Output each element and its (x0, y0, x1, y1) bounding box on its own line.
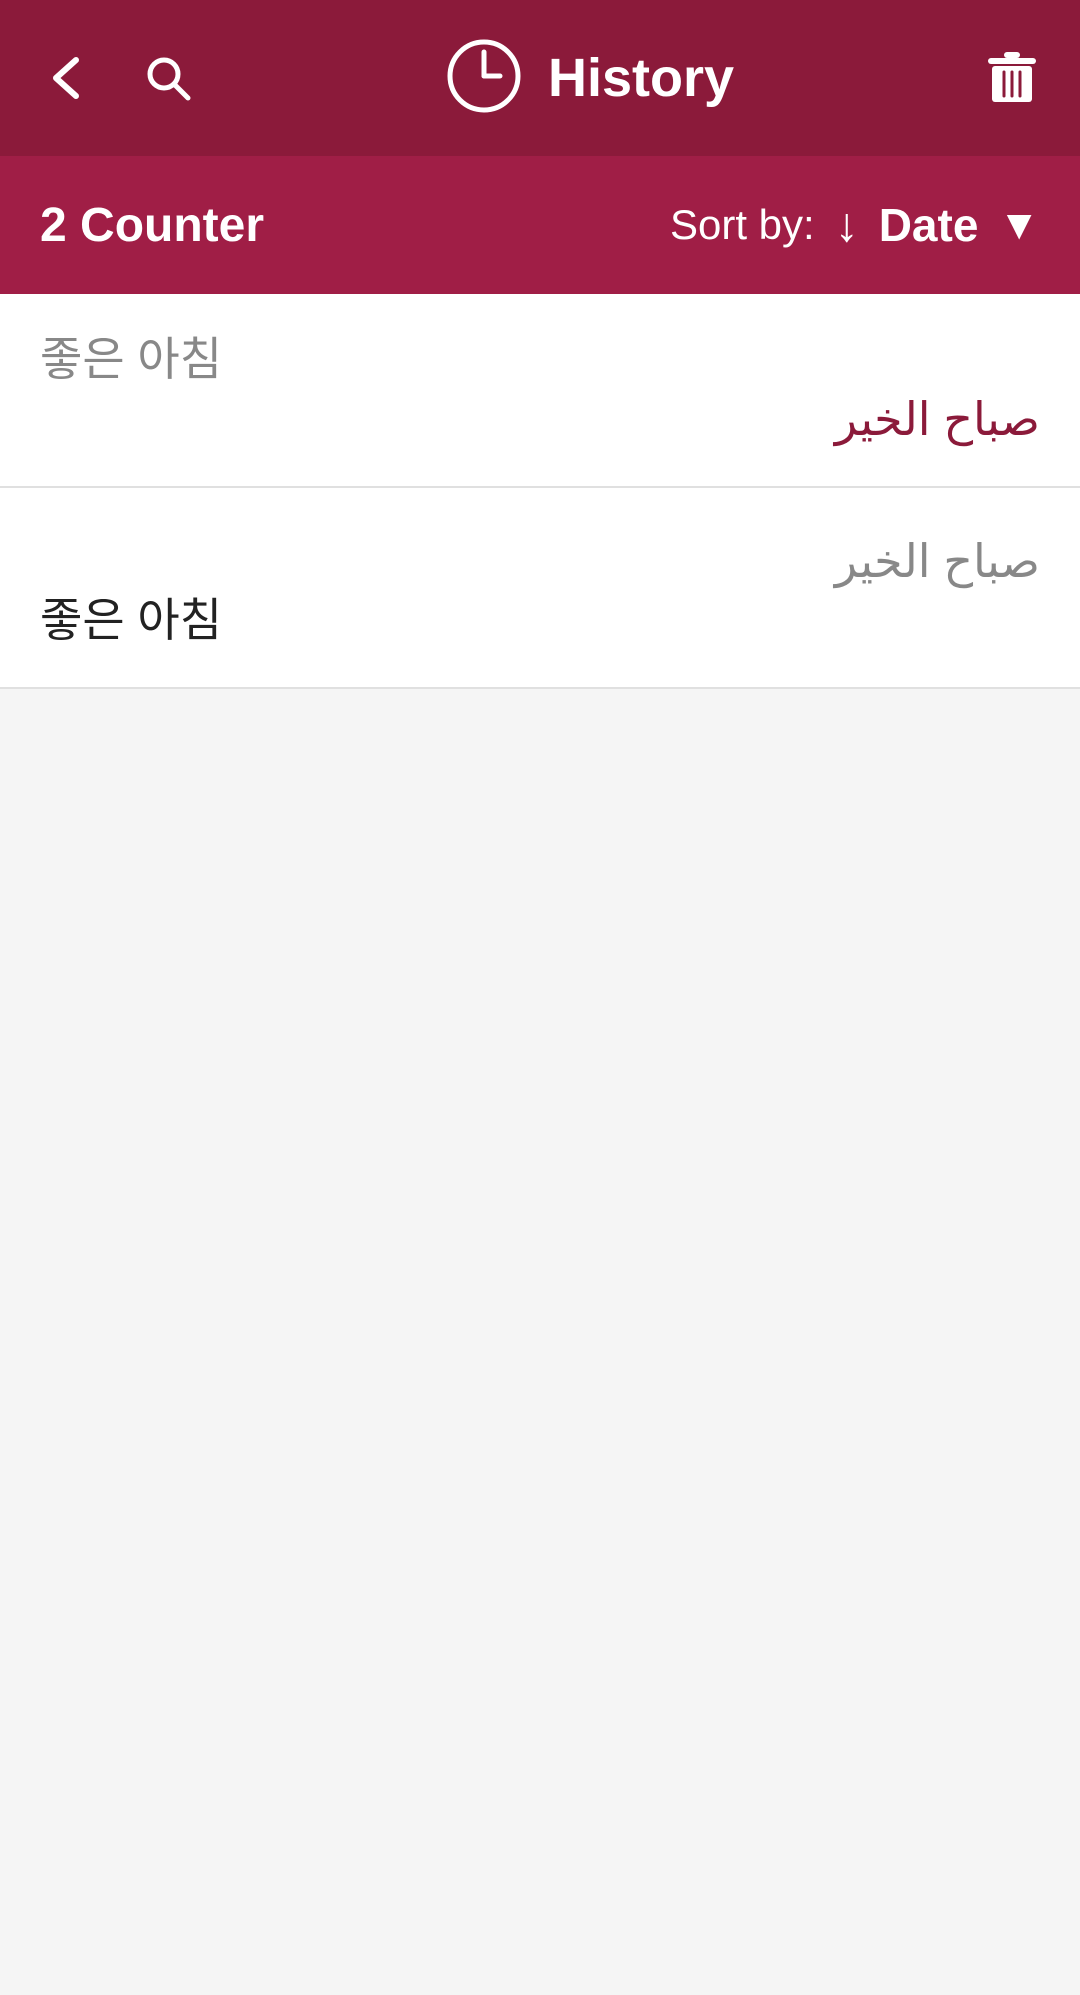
list-item[interactable]: 좋은 아침 صباح الخير (0, 294, 1080, 488)
clock-icon (444, 36, 524, 121)
search-button[interactable] (142, 52, 194, 104)
page-title: History (548, 47, 734, 109)
delete-button[interactable] (984, 48, 1040, 108)
sort-label: Sort by: (670, 201, 815, 249)
sort-controls[interactable]: Sort by: ↓ Date ▼ (670, 198, 1040, 253)
sort-arrow-icon: ↓ (835, 198, 859, 253)
sort-bar: 2 Counter Sort by: ↓ Date ▼ (0, 156, 1080, 294)
item-translation-text: صباح الخير (40, 390, 1040, 450)
header-left (40, 52, 194, 104)
history-list: 좋은 아침 صباح الخير صباح الخير 좋은 아침 (0, 294, 1080, 689)
header: History (0, 0, 1080, 156)
sort-value: Date (879, 198, 979, 252)
item-source-text: 좋은 아침 (40, 330, 1040, 390)
counter-text: 2 Counter (40, 198, 264, 253)
header-right (984, 48, 1040, 108)
header-center: History (444, 36, 734, 121)
sort-chevron-icon[interactable]: ▼ (998, 201, 1040, 249)
list-item[interactable]: صباح الخير 좋은 아침 (0, 488, 1080, 690)
item-source-text-dark: 좋은 아침 (40, 591, 1040, 651)
back-button[interactable] (40, 52, 92, 104)
item-translation-text-light: صباح الخير (40, 532, 1040, 592)
